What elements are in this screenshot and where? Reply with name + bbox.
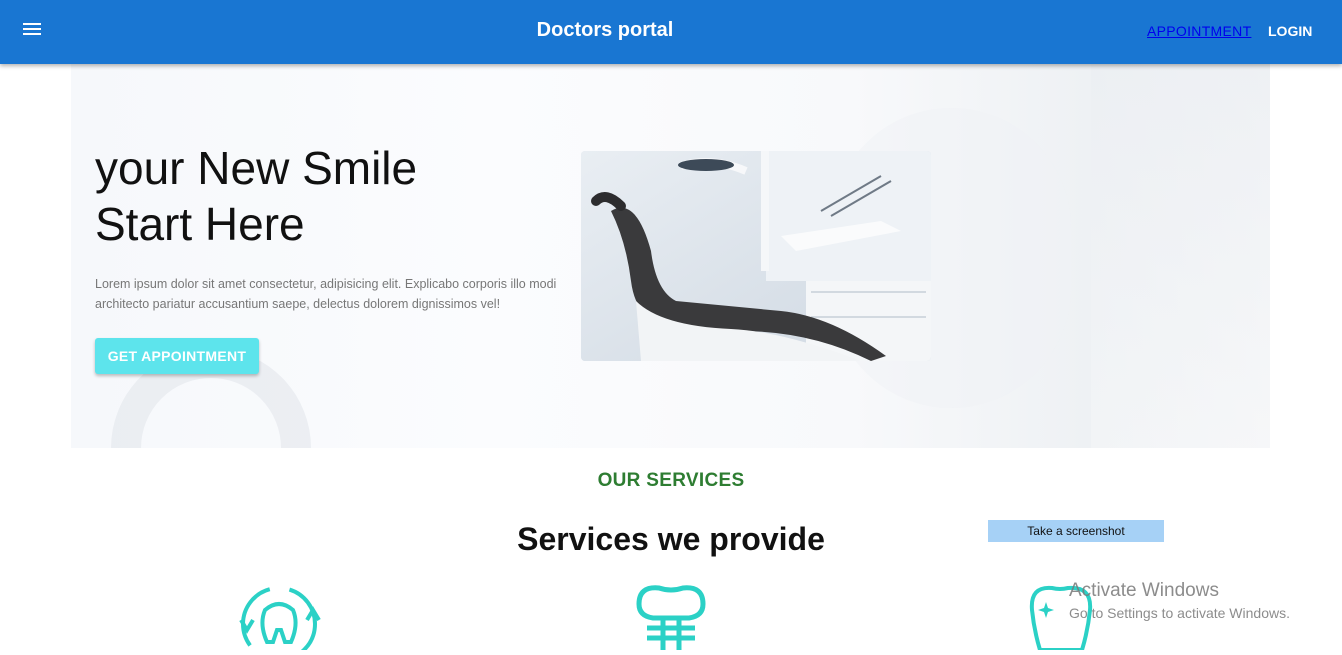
activate-windows-title: Activate Windows: [1069, 580, 1219, 601]
take-screenshot-button[interactable]: Take a screenshot: [988, 520, 1164, 542]
app-bar: Doctors portal APPOINTMENT LOGIN: [0, 0, 1342, 64]
hero-background-shape: [1091, 48, 1270, 448]
dental-chair-image: [581, 151, 931, 361]
get-appointment-button[interactable]: GET APPOINTMENT: [95, 338, 259, 374]
activate-windows-watermark: Activate Windows Go to Settings to activ…: [1069, 580, 1290, 621]
nav-appointment-link[interactable]: APPOINTMENT: [1147, 23, 1251, 39]
tooth-implant-icon: [627, 580, 717, 650]
activate-windows-text: Go to Settings to activate Windows.: [1069, 605, 1290, 621]
nav-login-link[interactable]: LOGIN: [1268, 23, 1312, 39]
tooth-cycle-icon: [235, 580, 325, 655]
brand-title: Doctors portal: [536, 19, 674, 41]
hero-description: Lorem ipsum dolor sit amet consectetur, …: [95, 277, 557, 311]
services-eyebrow: OUR SERVICES: [597, 470, 745, 491]
hero-title: your New Smile Start Here: [95, 140, 417, 252]
hero-title-line2: Start Here: [95, 198, 305, 250]
hero-title-line1: your New Smile: [95, 142, 418, 194]
